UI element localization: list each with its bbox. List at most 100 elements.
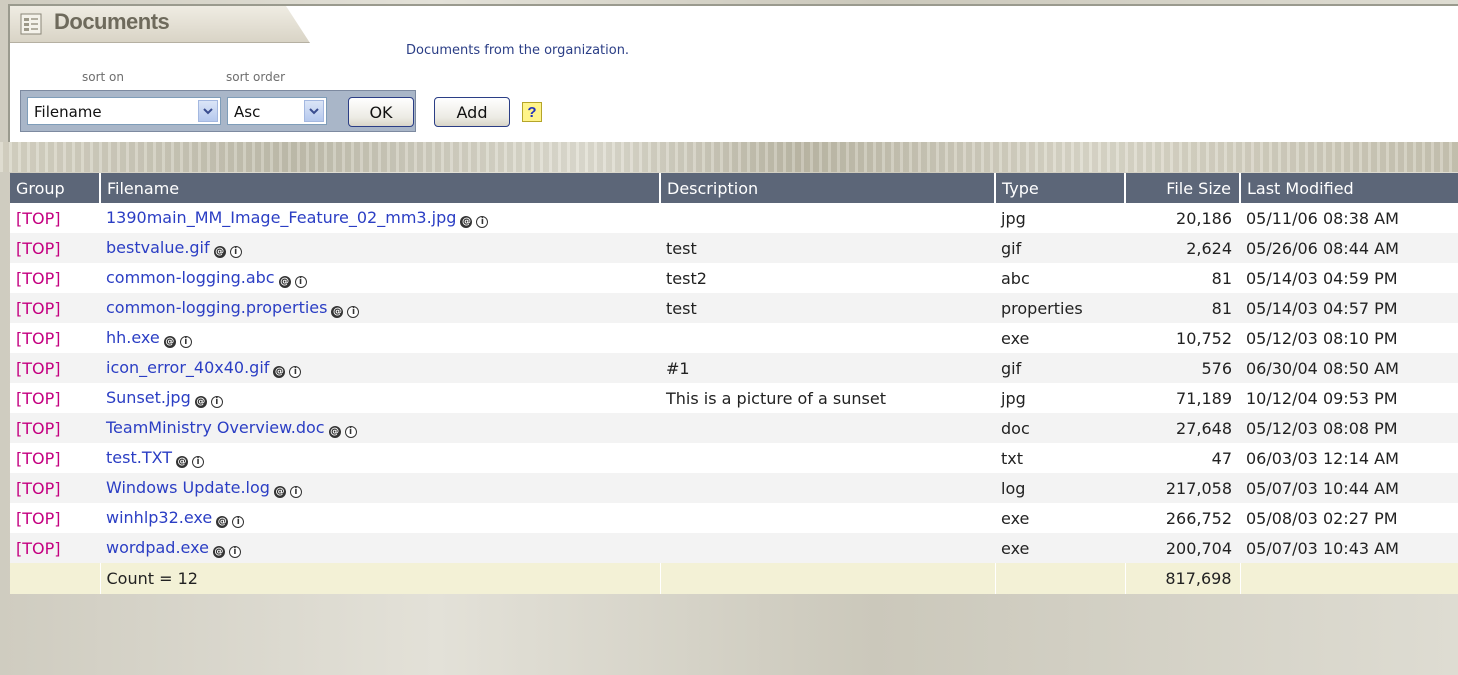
add-button[interactable]: Add xyxy=(434,97,510,127)
file-size-cell: 71,189 xyxy=(1125,383,1240,413)
column-header-description[interactable]: Description xyxy=(660,173,996,203)
group-link[interactable]: [TOP] xyxy=(10,203,100,233)
description-cell xyxy=(660,203,995,233)
filename-link[interactable]: TeamMinistry Overview.doc xyxy=(106,418,325,437)
email-icon[interactable]: @ xyxy=(273,366,286,378)
info-icon[interactable]: i xyxy=(232,516,245,528)
table-row: [TOP] Sunset.jpg @ i This is a picture of a … xyxy=(10,383,1458,413)
email-icon[interactable]: @ xyxy=(212,546,225,558)
filename-link[interactable]: wordpad.exe xyxy=(106,538,209,557)
table-header-row: Group Filename Description Type File Siz… xyxy=(10,173,1458,203)
info-icon[interactable]: i xyxy=(289,366,302,378)
info-icon[interactable]: i xyxy=(294,276,307,288)
group-link[interactable]: [TOP] xyxy=(10,503,100,533)
table-row: [TOP] common-logging.abc @ i test2 abc 81 05/14… xyxy=(10,263,1458,293)
last-modified-cell: 06/30/04 08:50 AM xyxy=(1240,353,1458,383)
filename-link[interactable]: common-logging.properties xyxy=(106,298,327,317)
group-link[interactable]: [TOP] xyxy=(10,443,100,473)
info-icon[interactable]: i xyxy=(228,546,241,558)
type-cell: gif xyxy=(995,353,1125,383)
info-icon[interactable]: i xyxy=(210,396,223,408)
info-icon[interactable]: i xyxy=(289,486,302,498)
table-row: [TOP] Windows Update.log @ i log 217,058 05/07… xyxy=(10,473,1458,503)
filename-cell: wordpad.exe @ i xyxy=(100,533,660,563)
email-icon[interactable]: @ xyxy=(216,516,229,528)
type-cell: exe xyxy=(995,323,1125,353)
group-link[interactable]: [TOP] xyxy=(10,473,100,503)
type-cell: abc xyxy=(995,263,1125,293)
filename-cell: hh.exe @ i xyxy=(100,323,660,353)
email-icon[interactable]: @ xyxy=(213,246,226,258)
description-cell: This is a picture of a sunset xyxy=(660,383,995,413)
filename-link[interactable]: Sunset.jpg xyxy=(106,388,191,407)
file-size-cell: 2,624 xyxy=(1125,233,1240,263)
group-link[interactable]: [TOP] xyxy=(10,383,100,413)
file-size-cell: 200,704 xyxy=(1125,533,1240,563)
last-modified-cell: 06/03/03 12:14 AM xyxy=(1240,443,1458,473)
filename-cell: winhlp32.exe @ i xyxy=(100,503,660,533)
ok-button[interactable]: OK xyxy=(348,97,414,127)
filename-link[interactable]: winhlp32.exe xyxy=(106,508,212,527)
column-header-type[interactable]: Type xyxy=(995,173,1126,203)
table-row: [TOP] bestvalue.gif @ i test gif 2,624 05/26/06… xyxy=(10,233,1458,263)
email-icon[interactable]: @ xyxy=(163,336,176,348)
last-modified-cell: 05/07/03 10:43 AM xyxy=(1240,533,1458,563)
type-cell: jpg xyxy=(995,203,1125,233)
email-icon[interactable]: @ xyxy=(176,456,189,468)
email-icon[interactable]: @ xyxy=(331,306,344,318)
group-link[interactable]: [TOP] xyxy=(10,293,100,323)
info-icon[interactable]: i xyxy=(344,426,357,438)
sort-order-select[interactable]: Asc xyxy=(227,97,327,125)
type-cell: log xyxy=(995,473,1125,503)
description-cell xyxy=(660,413,995,443)
filename-link[interactable]: 1390main_MM_Image_Feature_02_mm3.jpg xyxy=(106,208,456,227)
group-link[interactable]: [TOP] xyxy=(10,353,100,383)
filename-link[interactable]: common-logging.abc xyxy=(106,268,275,287)
footer-empty-cell xyxy=(10,563,101,594)
description-cell: #1 xyxy=(660,353,995,383)
email-icon[interactable]: @ xyxy=(194,396,207,408)
last-modified-cell: 05/26/06 08:44 AM xyxy=(1240,233,1458,263)
column-header-filename[interactable]: Filename xyxy=(100,173,661,203)
group-link[interactable]: [TOP] xyxy=(10,323,100,353)
type-cell: txt xyxy=(995,443,1125,473)
column-header-group[interactable]: Group xyxy=(10,173,101,203)
description-cell: test xyxy=(660,293,995,323)
group-link[interactable]: [TOP] xyxy=(10,263,100,293)
file-size-cell: 217,058 xyxy=(1125,473,1240,503)
file-size-cell: 81 xyxy=(1125,293,1240,323)
filename-cell: Windows Update.log @ i xyxy=(100,473,660,503)
table-row: [TOP] wordpad.exe @ i exe 200,704 05/07/03 10:… xyxy=(10,533,1458,563)
chevron-down-icon[interactable] xyxy=(198,100,218,122)
footer-empty-cell xyxy=(660,563,996,594)
info-icon[interactable]: i xyxy=(179,336,192,348)
group-link[interactable]: [TOP] xyxy=(10,533,100,563)
table-row: [TOP] hh.exe @ i exe 10,752 05/12/03 08:10 PM xyxy=(10,323,1458,353)
email-icon[interactable]: @ xyxy=(328,426,341,438)
filename-link[interactable]: test.TXT xyxy=(106,448,172,467)
sort-field-select[interactable]: Filename xyxy=(27,97,221,125)
filename-link[interactable]: bestvalue.gif xyxy=(106,238,210,257)
info-icon[interactable]: i xyxy=(229,246,242,258)
help-icon[interactable]: ? xyxy=(522,102,542,122)
table-row: [TOP] TeamMinistry Overview.doc @ i doc 27,64… xyxy=(10,413,1458,443)
email-icon[interactable]: @ xyxy=(278,276,291,288)
page-description: Documents from the organization. xyxy=(406,43,630,58)
email-icon[interactable]: @ xyxy=(460,216,473,228)
sort-field-value: Filename xyxy=(34,103,102,121)
filename-link[interactable]: icon_error_40x40.gif xyxy=(106,358,269,377)
filename-link[interactable]: Windows Update.log xyxy=(106,478,270,497)
filename-link[interactable]: hh.exe xyxy=(106,328,160,347)
group-link[interactable]: [TOP] xyxy=(10,233,100,263)
group-link[interactable]: [TOP] xyxy=(10,413,100,443)
column-header-file-size[interactable]: File Size xyxy=(1125,173,1241,203)
file-count: Count = 12 xyxy=(100,563,661,594)
column-header-last-modified[interactable]: Last Modified xyxy=(1240,173,1458,203)
info-icon[interactable]: i xyxy=(192,456,205,468)
email-icon[interactable]: @ xyxy=(273,486,286,498)
description-cell xyxy=(660,323,995,353)
info-icon[interactable]: i xyxy=(476,216,489,228)
info-icon[interactable]: i xyxy=(347,306,360,318)
chevron-down-icon[interactable] xyxy=(304,100,324,122)
filename-cell: common-logging.properties @ i xyxy=(100,293,660,323)
